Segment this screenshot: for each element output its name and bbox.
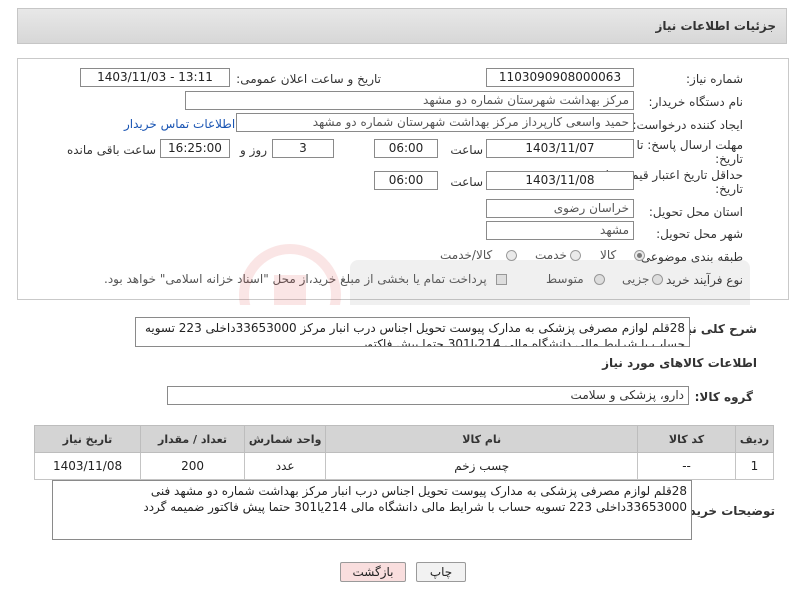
requester-field[interactable]: حمید واسعی کارپرداز مرکز بهداشت شهرستان … [236,113,634,132]
contact-buyer-link[interactable]: اطلاعات تماس خریدار [124,117,235,131]
province-field[interactable]: خراسان رضوی [486,199,634,218]
payment-note: پرداخت تمام یا بخشی از مبلغ خرید،از محل … [104,272,487,286]
col-name: نام کالا [325,425,639,453]
validity-time-label: ساعت [450,175,483,189]
col-unit: واحد شمارش [243,425,327,453]
city-field[interactable]: مشهد [486,221,634,240]
process-radio-medium[interactable] [594,274,605,285]
goods-group-label: گروه کالا: [694,390,753,404]
category-radio-goods[interactable] [634,250,645,261]
validity-date-field[interactable]: 1403/11/08 [486,171,634,190]
cell-unit: عدد [243,452,327,480]
col-date: تاریخ نیاز [33,425,142,453]
col-qty: تعداد / مقدار [140,425,245,453]
page-title: جزئیات اطلاعات نیاز [655,19,776,33]
category-radio-goods-service[interactable] [506,250,517,261]
process-radio-minor[interactable] [652,274,663,285]
col-row: ردیف [734,425,775,453]
page-header: جزئیات اطلاعات نیاز [17,8,787,44]
category-option-goods: کالا [600,248,617,262]
process-option-minor: جزیی [622,272,650,286]
announce-label: تاریخ و ساعت اعلان عمومی: [236,72,381,86]
deadline-time-field[interactable]: 06:00 [374,139,438,158]
deadline-date-field[interactable]: 1403/11/07 [486,139,634,158]
table-row[interactable]: 1 -- چسب زخم عدد 200 1403/11/08 [33,452,775,480]
validity-time-field[interactable]: 06:00 [374,171,438,190]
need-number-label: شماره نیاز: [686,72,743,86]
process-label: نوع فرآیند خرید : [658,273,743,287]
deadline-label-1: مهلت ارسال پاسخ: تا [636,138,743,152]
province-label: استان محل تحویل: [648,205,743,219]
cell-row: 1 [734,452,775,480]
deadline-time-label: ساعت [450,143,483,157]
buyer-label: نام دستگاه خریدار: [648,95,744,109]
goods-table: ردیف کد کالا نام کالا واحد شمارش تعداد /… [33,425,775,480]
category-label: طبقه بندی موضوعی: [636,250,743,264]
buyer-field[interactable]: مرکز بهداشت شهرستان شماره دو مشهد [185,91,634,110]
cell-code: -- [637,452,736,480]
goods-section-title: اطلاعات کالاهای مورد نیاز [602,356,757,370]
goods-table-header: ردیف کد کالا نام کالا واحد شمارش تعداد /… [33,425,775,453]
days-field[interactable]: 3 [272,139,334,158]
goods-group-field[interactable]: دارو، پزشکی و سلامت [167,386,689,405]
payment-checkbox[interactable] [496,274,507,285]
remaining-label: ساعت باقی مانده [66,143,156,157]
back-button[interactable]: بازگشت [340,562,406,582]
deadline-label-2: تاریخ: [715,152,743,166]
category-option-service: خدمت [535,248,567,262]
cell-qty: 200 [140,452,245,480]
buyer-notes-textarea[interactable]: 28قلم لوازم مصرفی پزشکی به مدارک پیوست ت… [52,480,692,540]
category-option-goods-service: کالا/خدمت [440,248,493,262]
validity-label-2: تاریخ: [715,182,743,196]
city-label: شهر محل تحویل: [656,227,743,241]
cell-date: 1403/11/08 [33,452,142,480]
process-option-medium: متوسط [546,272,584,286]
col-code: کد کالا [637,425,736,453]
remaining-time-field[interactable]: 16:25:00 [160,139,230,158]
print-button[interactable]: چاپ [416,562,466,582]
category-radio-service[interactable] [570,250,581,261]
summary-textarea[interactable]: 28قلم لوازم مصرفی پزشکی به مدارک پیوست ت… [135,317,690,347]
requester-label: ایجاد کننده درخواست: [632,118,743,132]
cell-name: چسب زخم [325,452,639,480]
announce-datetime-field[interactable]: 1403/11/03 - 13:11 [80,68,230,87]
days-label: روز و [240,143,267,157]
need-number-field[interactable]: 1103090908000063 [486,68,634,87]
